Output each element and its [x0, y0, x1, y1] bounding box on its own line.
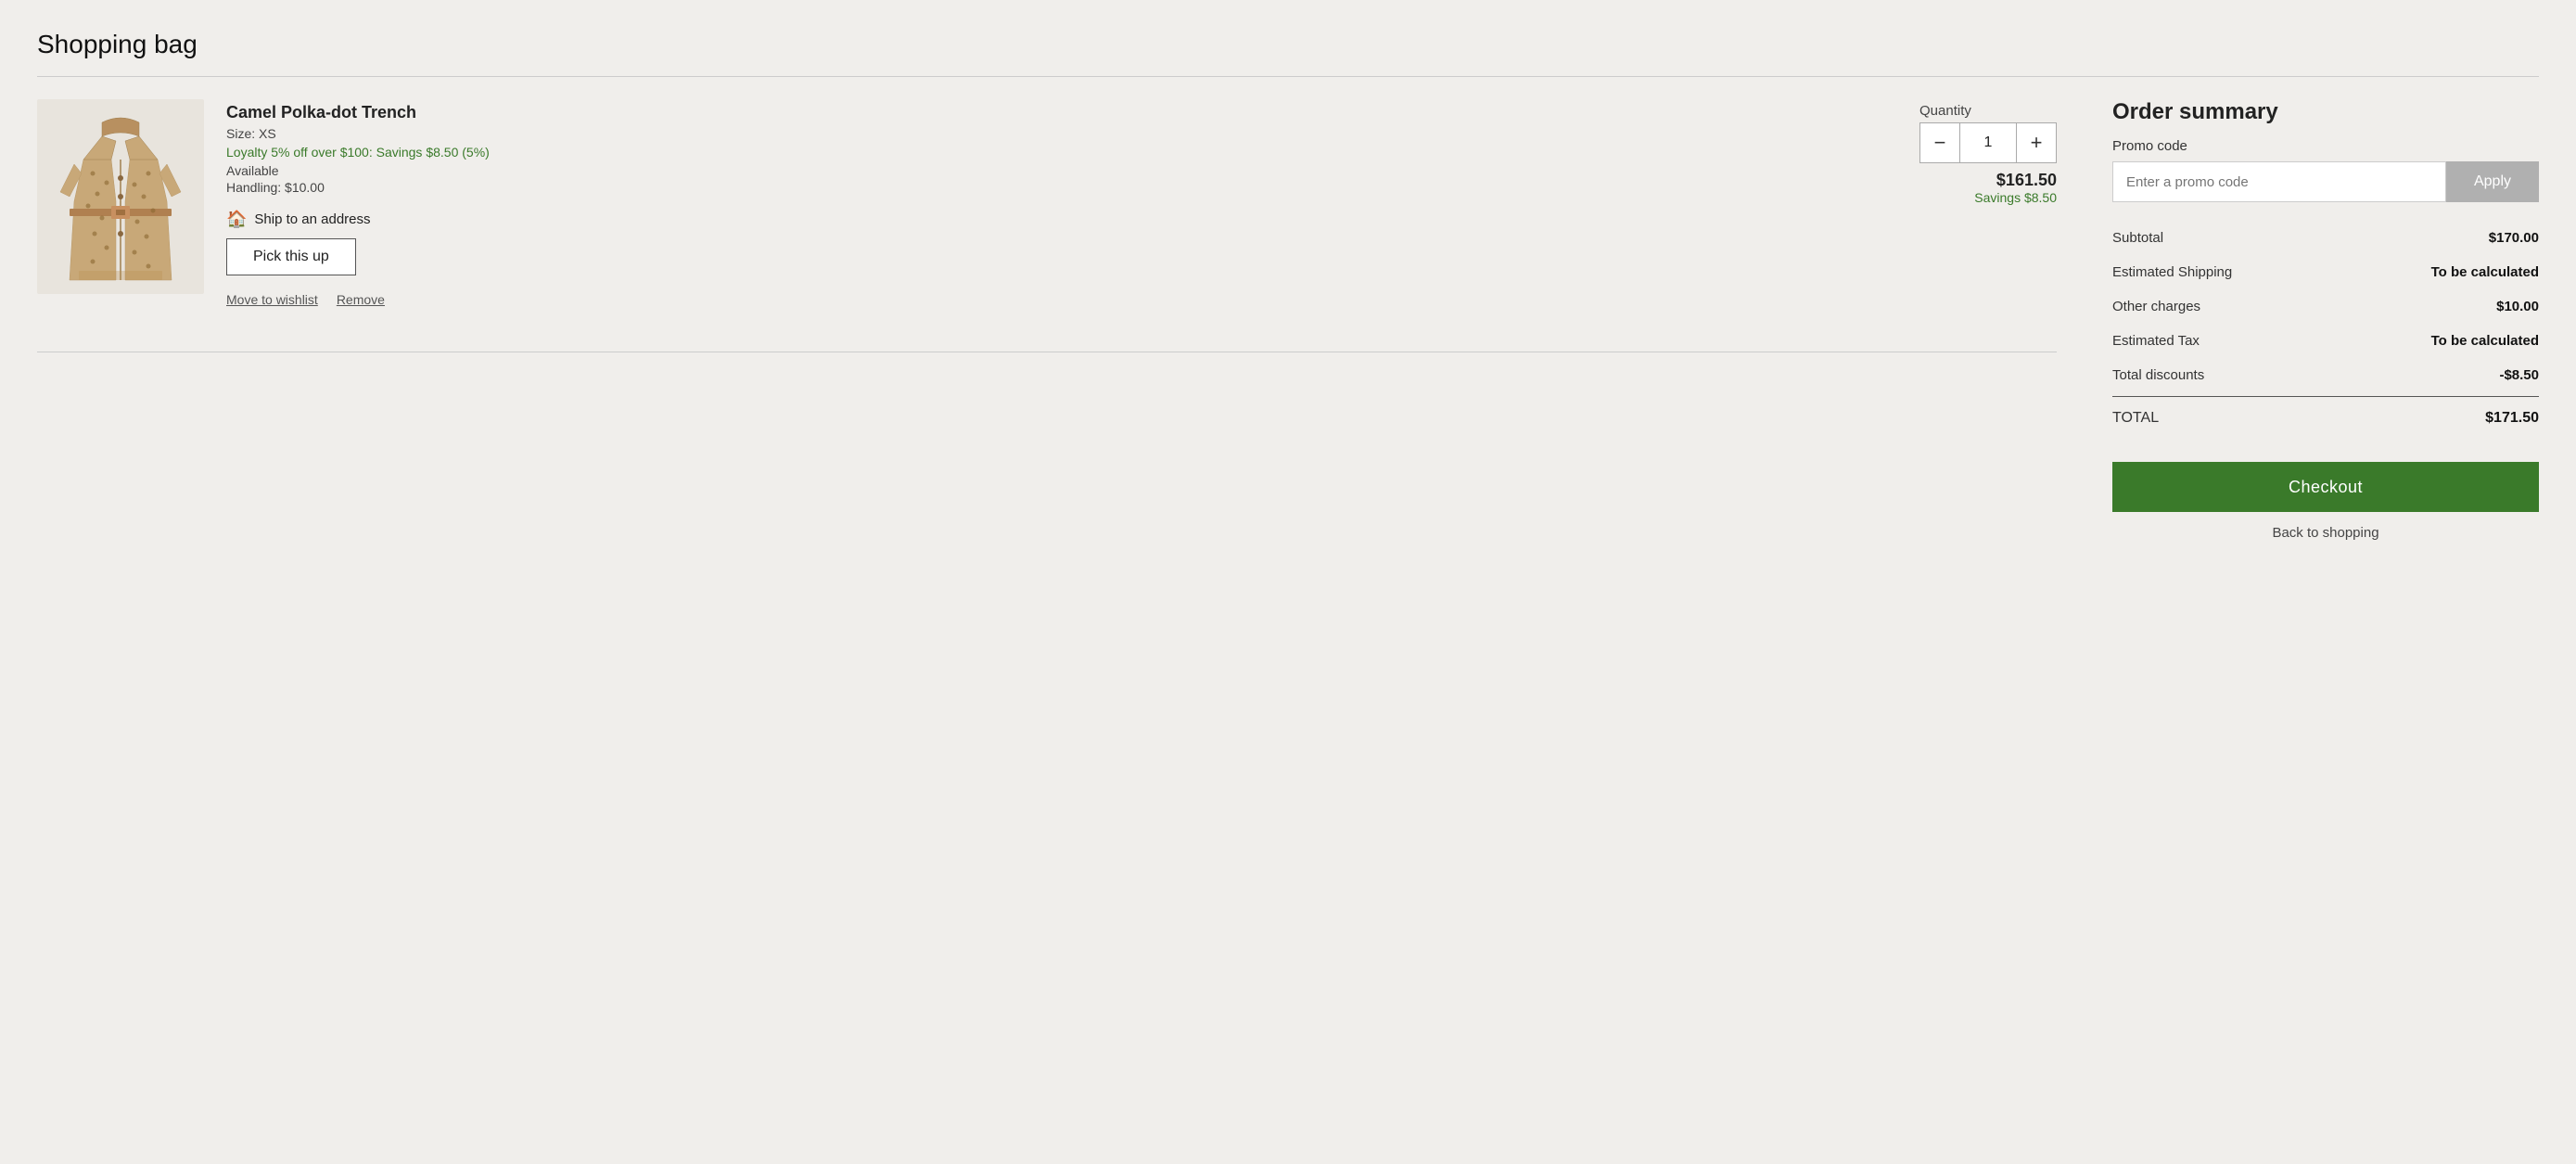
tax-row: Estimated Tax To be calculated	[2112, 324, 2539, 358]
quantity-decrease-button[interactable]: −	[1919, 122, 1960, 163]
pickup-button[interactable]: Pick this up	[226, 238, 356, 275]
promo-row: Apply	[2112, 161, 2539, 202]
ship-row: 🏠 Ship to an address	[226, 210, 1897, 229]
tax-value: To be calculated	[2431, 333, 2539, 349]
other-charges-value: $10.00	[2496, 299, 2539, 314]
product-image	[37, 99, 204, 294]
order-summary: Order summary Promo code Apply Subtotal …	[2112, 99, 2539, 541]
subtotal-label: Subtotal	[2112, 230, 2163, 246]
other-charges-label: Other charges	[2112, 299, 2200, 314]
price-block: $161.50 Savings $8.50	[1974, 171, 2057, 207]
ship-icon: 🏠	[226, 210, 247, 229]
coat-illustration	[56, 109, 185, 285]
action-links: Move to wishlist Remove	[226, 292, 1897, 307]
quantity-controls: − 1 +	[1919, 122, 2057, 163]
ship-label: Ship to an address	[254, 211, 370, 227]
tax-label: Estimated Tax	[2112, 333, 2200, 349]
item-savings: Savings $8.50	[1974, 190, 2057, 205]
product-handling: Handling: $10.00	[226, 180, 1897, 195]
move-to-wishlist-button[interactable]: Move to wishlist	[226, 292, 318, 307]
cart-item: Camel Polka-dot Trench Size: XS Loyalty …	[37, 99, 2057, 329]
cart-section: Camel Polka-dot Trench Size: XS Loyalty …	[37, 99, 2057, 352]
product-size: Size: XS	[226, 126, 1897, 141]
top-divider	[37, 76, 2539, 77]
item-price: $161.50	[1974, 171, 2057, 190]
discounts-value: -$8.50	[2499, 367, 2539, 383]
product-details: Camel Polka-dot Trench Size: XS Loyalty …	[226, 99, 1897, 307]
quantity-section: Quantity − 1 +	[1919, 103, 2057, 163]
product-name: Camel Polka-dot Trench	[226, 103, 1897, 122]
shipping-value: To be calculated	[2431, 264, 2539, 280]
product-availability: Available	[226, 163, 1897, 178]
quantity-value: 1	[1960, 122, 2016, 163]
quantity-label: Quantity	[1919, 103, 2057, 119]
page-title: Shopping bag	[37, 30, 2539, 59]
cart-item-right: Quantity − 1 + $161.50 Savings $8.50	[1919, 99, 2057, 207]
apply-promo-button[interactable]: Apply	[2446, 161, 2539, 202]
promo-code-input[interactable]	[2112, 161, 2446, 202]
total-value: $171.50	[2485, 410, 2539, 427]
promo-label: Promo code	[2112, 138, 2539, 154]
remove-button[interactable]: Remove	[337, 292, 385, 307]
other-charges-row: Other charges $10.00	[2112, 289, 2539, 324]
product-loyalty: Loyalty 5% off over $100: Savings $8.50 …	[226, 145, 1897, 160]
back-to-shopping-link[interactable]: Back to shopping	[2112, 525, 2539, 541]
quantity-increase-button[interactable]: +	[2016, 122, 2057, 163]
subtotal-row: Subtotal $170.00	[2112, 221, 2539, 255]
discounts-row: Total discounts -$8.50	[2112, 358, 2539, 392]
total-row: TOTAL $171.50	[2112, 396, 2539, 436]
discounts-label: Total discounts	[2112, 367, 2204, 383]
shipping-label: Estimated Shipping	[2112, 264, 2232, 280]
checkout-button[interactable]: Checkout	[2112, 462, 2539, 512]
main-layout: Camel Polka-dot Trench Size: XS Loyalty …	[37, 99, 2539, 541]
total-label: TOTAL	[2112, 410, 2159, 427]
summary-title: Order summary	[2112, 99, 2539, 125]
summary-rows: Subtotal $170.00 Estimated Shipping To b…	[2112, 221, 2539, 436]
subtotal-value: $170.00	[2489, 230, 2539, 246]
shipping-row: Estimated Shipping To be calculated	[2112, 255, 2539, 289]
